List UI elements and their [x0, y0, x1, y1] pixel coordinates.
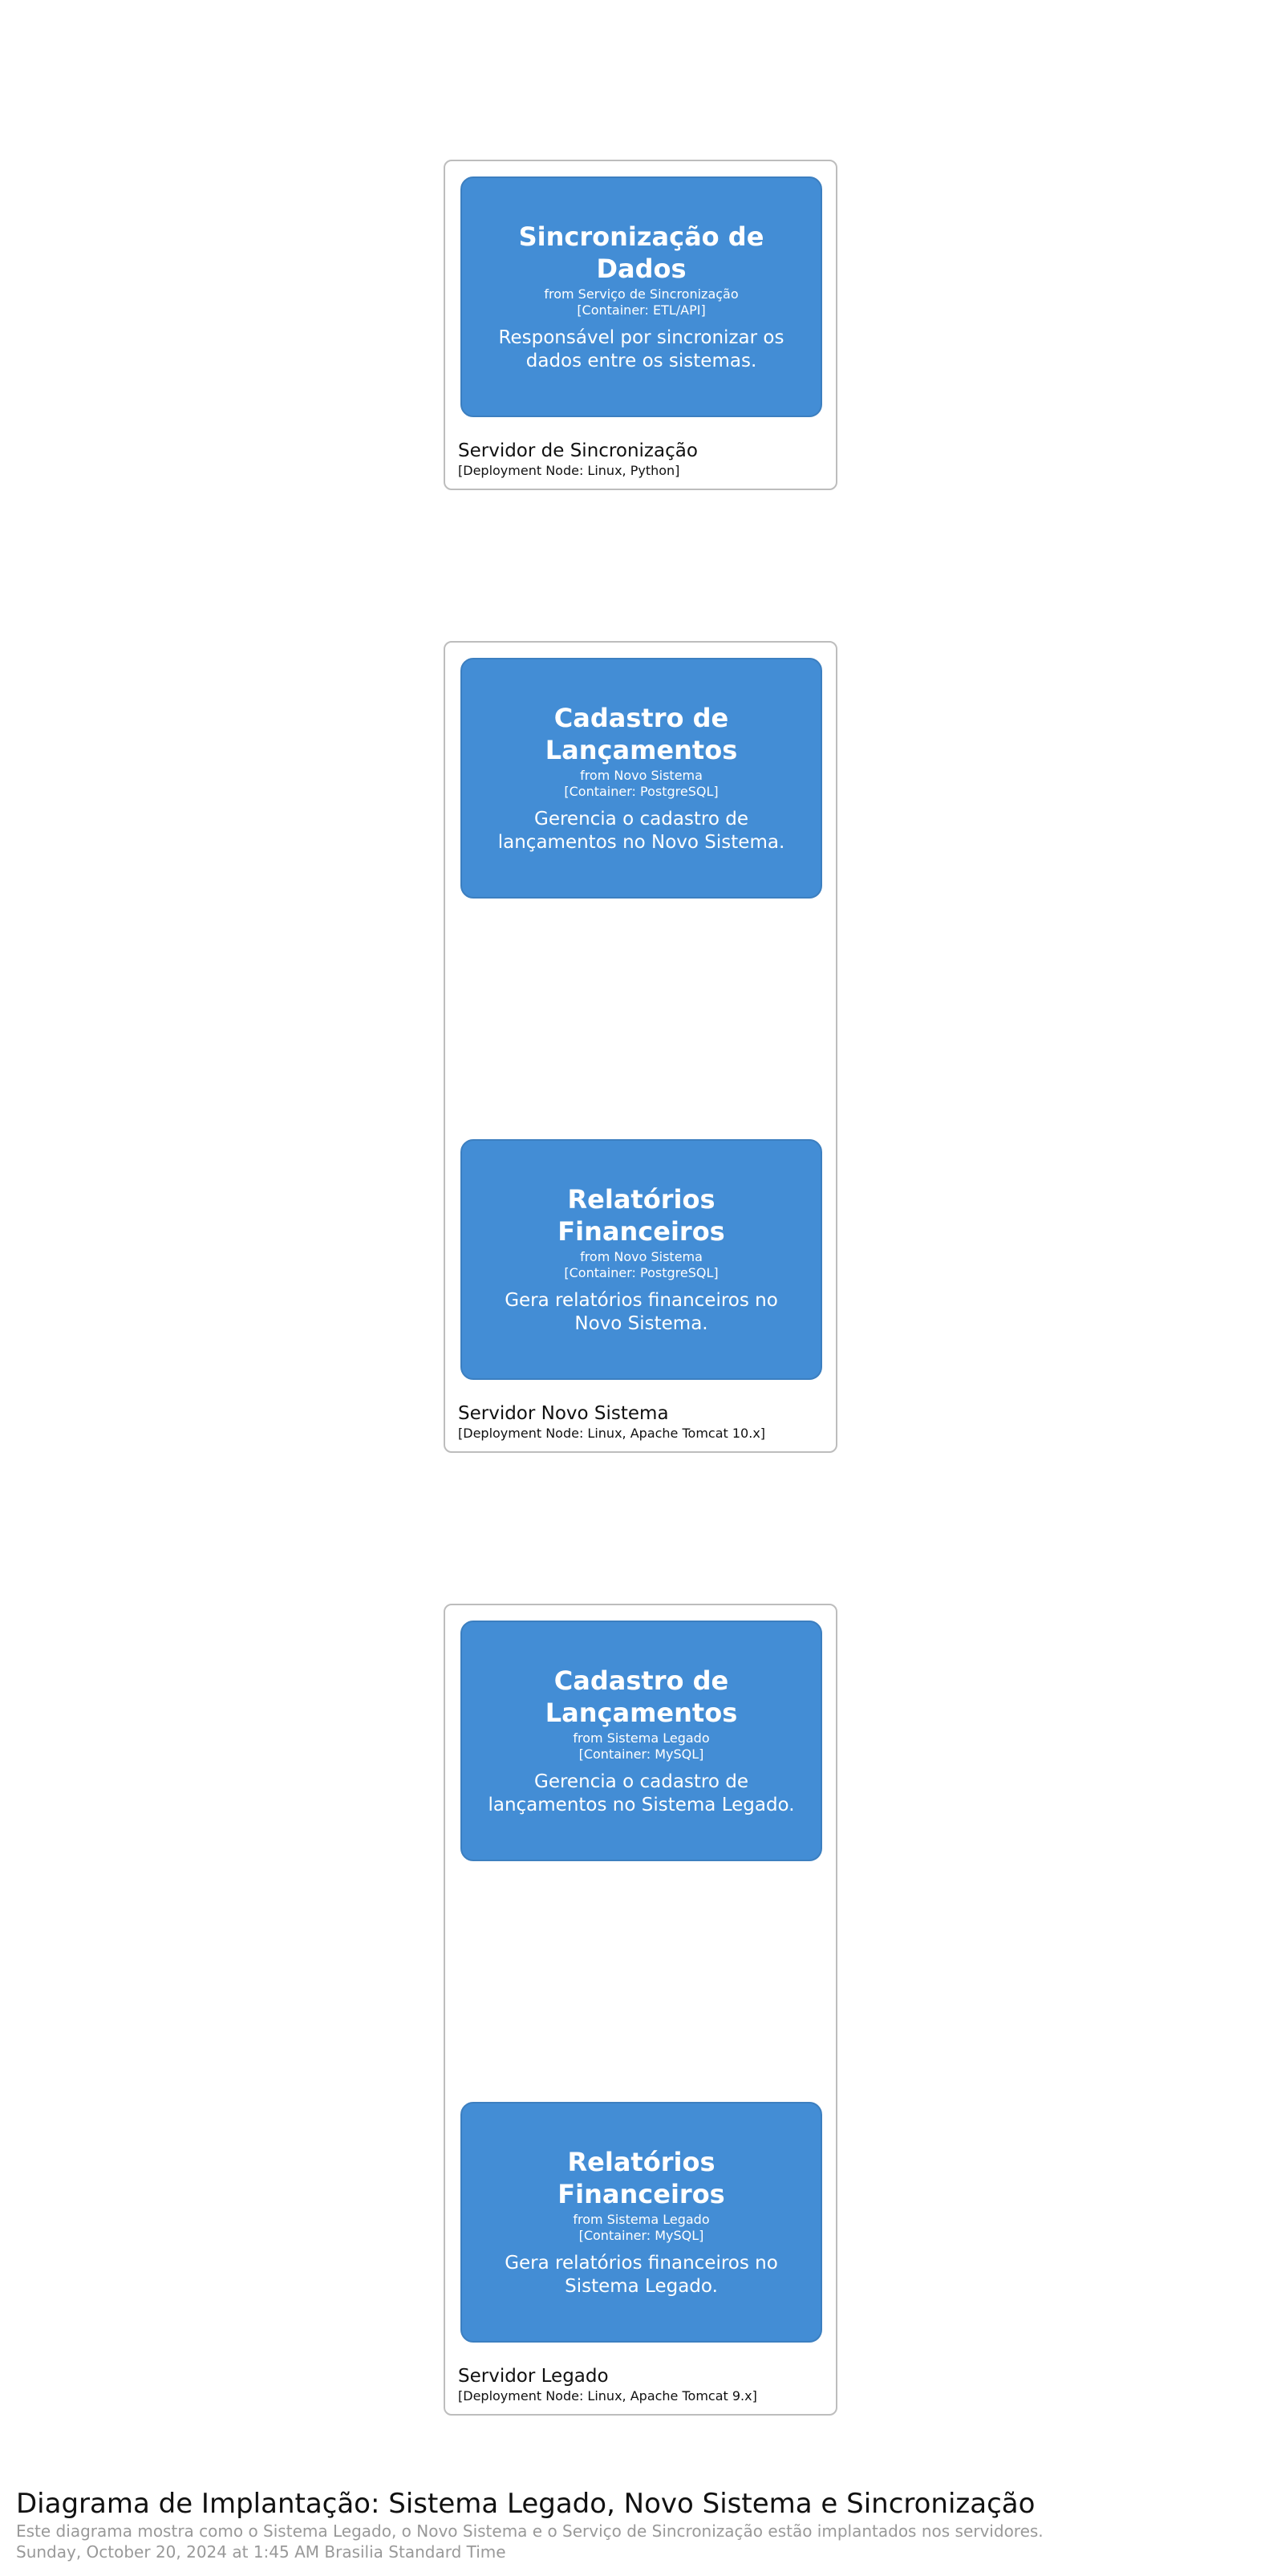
container-relatorios-financeiros-legado[interactable]: Relatórios Financeiros from Sistema Lega… — [460, 2102, 822, 2343]
deployment-node-name: Servidor de Sincronização — [458, 440, 698, 461]
diagram-description: Este diagrama mostra como o Sistema Lega… — [16, 2521, 1044, 2541]
deployment-node-label: Servidor Legado [Deployment Node: Linux,… — [458, 2364, 757, 2404]
diagram-title: Diagrama de Implantação: Sistema Legado,… — [16, 2488, 1036, 2520]
container-source: from Sistema Legado — [573, 1730, 710, 1746]
container-technology: [Container: MySQL] — [578, 1746, 704, 1762]
container-technology: [Container: ETL/API] — [577, 302, 706, 318]
container-cadastro-lancamentos-legado[interactable]: Cadastro de Lançamentos from Sistema Leg… — [460, 1621, 822, 1861]
deployment-node-technology: [Deployment Node: Linux, Python] — [458, 463, 680, 478]
diagram-timestamp: Sunday, October 20, 2024 at 1:45 AM Bras… — [16, 2542, 506, 2562]
deployment-node-name: Servidor Novo Sistema — [458, 1403, 669, 1424]
container-name: Relatórios Financeiros — [557, 1184, 725, 1247]
container-technology: [Container: MySQL] — [578, 2228, 704, 2243]
container-description: Gerencia o cadastro de lançamentos no No… — [497, 809, 785, 853]
container-source: from Novo Sistema — [580, 1249, 703, 1264]
diagram-footer: Diagrama de Implantação: Sistema Legado,… — [16, 2487, 1044, 2562]
container-source: from Novo Sistema — [580, 768, 703, 783]
container-source: from Sistema Legado — [573, 2212, 710, 2227]
container-sincronizacao-dados[interactable]: Sincronização de Dados from Serviço de S… — [460, 176, 822, 417]
container-technology: [Container: PostgreSQL] — [564, 784, 719, 799]
container-description: Responsável por sincronizar os dados ent… — [498, 327, 784, 371]
container-cadastro-lancamentos-novo[interactable]: Cadastro de Lançamentos from Novo Sistem… — [460, 658, 822, 899]
deployment-node-servidor-novo-sistema: Cadastro de Lançamentos from Novo Sistem… — [444, 641, 837, 1453]
container-name: Relatórios Financeiros — [557, 2147, 725, 2209]
container-source: from Serviço de Sincronização — [544, 286, 739, 302]
deployment-node-name: Servidor Legado — [458, 2366, 609, 2387]
container-description: Gera relatórios financeiros no Novo Sist… — [505, 1290, 778, 1334]
container-name: Cadastro de Lançamentos — [545, 1665, 738, 1728]
container-name: Sincronização de Dados — [518, 221, 764, 284]
deployment-node-label: Servidor de Sincronização [Deployment No… — [458, 439, 698, 479]
container-relatorios-financeiros-novo[interactable]: Relatórios Financeiros from Novo Sistema… — [460, 1139, 822, 1380]
container-technology: [Container: PostgreSQL] — [564, 1265, 719, 1280]
deployment-node-servidor-legado: Cadastro de Lançamentos from Sistema Leg… — [444, 1604, 837, 2416]
deployment-node-technology: [Deployment Node: Linux, Apache Tomcat 1… — [458, 1426, 766, 1441]
deployment-node-servidor-sincronizacao: Sincronização de Dados from Serviço de S… — [444, 160, 837, 490]
container-name: Cadastro de Lançamentos — [545, 703, 738, 765]
container-description: Gera relatórios financeiros no Sistema L… — [505, 2253, 778, 2297]
container-description: Gerencia o cadastro de lançamentos no Si… — [488, 1771, 795, 1815]
deployment-node-label: Servidor Novo Sistema [Deployment Node: … — [458, 1402, 765, 1442]
deployment-node-technology: [Deployment Node: Linux, Apache Tomcat 9… — [458, 2388, 757, 2404]
